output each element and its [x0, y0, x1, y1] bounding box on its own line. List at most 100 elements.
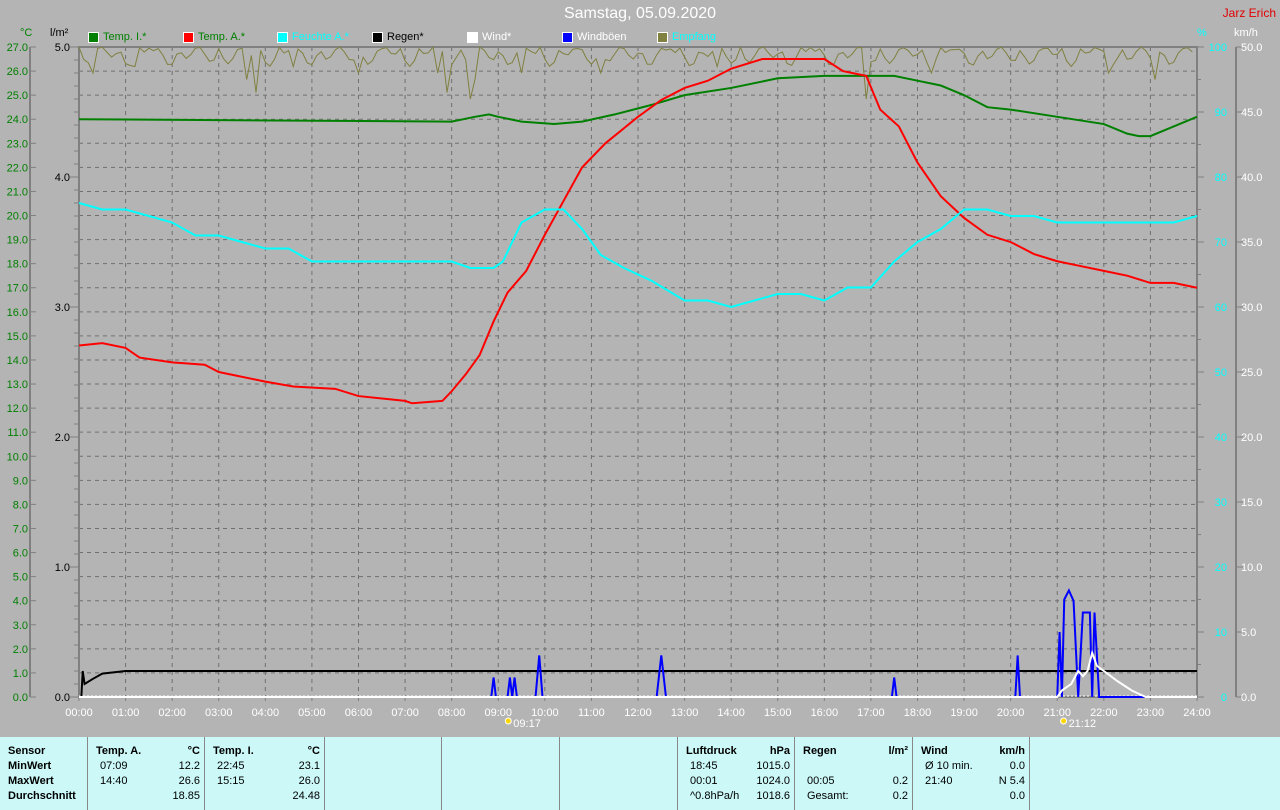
- cell-value: 0.0: [1009, 760, 1025, 772]
- cell-value: 1024.0: [756, 775, 790, 787]
- wind-column: Wind km/h Ø 10 min. 0.0 21:40 N 5.4 0.0: [913, 737, 1030, 810]
- cell-value: 0.2: [892, 775, 908, 787]
- temp-tick-label: 21.0: [7, 186, 28, 198]
- wind-tick-label: 5.0: [1241, 627, 1256, 639]
- temp-tick-label: 23.0: [7, 138, 28, 150]
- wind-tick-label: 0.0: [1241, 692, 1256, 704]
- x-tick-label: 24:00: [1183, 707, 1211, 719]
- hum-tick-label: 40: [1215, 432, 1227, 444]
- temp-tick-label: 12.0: [7, 403, 28, 415]
- column-header: Wind: [921, 745, 948, 757]
- wind-tick-label: 40.0: [1241, 172, 1262, 184]
- rain-tick-label: 1.0: [55, 562, 70, 574]
- x-tick-label: 03:00: [205, 707, 233, 719]
- regen-column: Regen l/m² 00:05 0.2 Gesamt: 0.2: [795, 737, 913, 810]
- wind-tick-label: 45.0: [1241, 107, 1262, 119]
- x-tick-label: 11:00: [578, 707, 605, 719]
- column-header: Temp. A.: [96, 745, 142, 757]
- x-tick-label: 17:00: [857, 707, 885, 719]
- cell-time: [213, 789, 217, 804]
- row-label: MaxWert: [8, 775, 54, 787]
- cell-value: 24.48: [292, 790, 320, 802]
- x-tick-label: 05:00: [298, 707, 326, 719]
- column-unit: l/m²: [888, 745, 908, 757]
- temp-tick-label: 19.0: [7, 235, 28, 247]
- x-tick-label: 21:00: [1043, 707, 1071, 719]
- hum-tick-label: 0: [1221, 692, 1227, 704]
- temp-tick-label: 25.0: [7, 90, 28, 102]
- temp-tick-label: 2.0: [13, 644, 28, 656]
- x-tick-label: 06:00: [345, 707, 373, 719]
- temp-tick-label: 6.0: [13, 548, 28, 560]
- x-tick-label: 08:00: [438, 707, 466, 719]
- temp-tick-label: 3.0: [13, 620, 28, 632]
- summary-table: Sensor MinWert MaxWert Durchschnitt Temp…: [0, 737, 1280, 810]
- cell-time: 14:40: [100, 775, 128, 787]
- cell-time: 00:05: [807, 775, 835, 787]
- cell-value: 23.1: [298, 760, 320, 772]
- cell-value: 26.0: [298, 775, 320, 787]
- empty-column: [325, 737, 442, 810]
- rain-tick-label: 4.0: [55, 172, 70, 184]
- cell-time: 18:45: [690, 760, 718, 772]
- wind-tick-label: 25.0: [1241, 367, 1262, 379]
- rain-tick-label: 5.0: [55, 42, 70, 54]
- x-tick-label: 02:00: [158, 707, 186, 719]
- hum-tick-label: 80: [1215, 172, 1227, 184]
- cell-time: 22:45: [217, 760, 245, 772]
- x-tick-label: 15:00: [764, 707, 792, 719]
- rain-tick-label: 3.0: [55, 302, 70, 314]
- column-header: Temp. I.: [213, 745, 254, 757]
- wind-tick-label: 35.0: [1241, 237, 1262, 249]
- hum-tick-label: 90: [1215, 107, 1227, 119]
- x-tick-label: 13:00: [671, 707, 699, 719]
- sensor-column: Sensor MinWert MaxWert Durchschnitt: [0, 737, 88, 810]
- cell-time: ^0.8hPa/h: [690, 790, 740, 802]
- cell-time: [803, 759, 807, 774]
- cell-value: 18.85: [172, 790, 200, 802]
- sun-icon: [504, 717, 512, 725]
- rain-tick-label: 2.0: [55, 432, 70, 444]
- temp-tick-label: 7.0: [13, 523, 28, 535]
- luftdruck-column: Luftdruck hPa 18:45 1015.0 00:01 1024.0 ^0.8hP…: [678, 737, 795, 810]
- temp-tick-label: 8.0: [13, 499, 28, 511]
- cell-value: 26.6: [178, 775, 200, 787]
- x-tick-label: 16:00: [811, 707, 839, 719]
- temp-tick-label: 18.0: [7, 259, 28, 271]
- hum-tick-label: 60: [1215, 302, 1227, 314]
- cell-value: 1015.0: [756, 760, 790, 772]
- marker-label: 09:17: [513, 718, 541, 730]
- hum-tick-label: 50: [1215, 367, 1227, 379]
- series-empfang: [78, 45, 1193, 100]
- moon-icon: [1060, 717, 1068, 725]
- temp-tick-label: 13.0: [7, 379, 28, 391]
- column-unit: hPa: [769, 745, 790, 757]
- column-header: Luftdruck: [686, 745, 737, 757]
- temp-tick-label: 1.0: [13, 668, 28, 680]
- row-label: Durchschnitt: [8, 790, 76, 802]
- wind-tick-label: 30.0: [1241, 302, 1262, 314]
- hum-tick-label: 70: [1215, 237, 1227, 249]
- cell-value: 1018.6: [756, 790, 790, 802]
- x-tick-label: 07:00: [391, 707, 419, 719]
- temp-tick-label: 0.0: [13, 692, 28, 704]
- x-tick-label: 01:00: [112, 707, 140, 719]
- cell-time: 15:15: [217, 775, 245, 787]
- temp-tick-label: 10.0: [7, 451, 28, 463]
- hum-tick-label: 20: [1215, 562, 1227, 574]
- column-header: Regen: [803, 745, 837, 757]
- hum-tick-label: 30: [1215, 497, 1227, 509]
- cell-value: 0.0: [1009, 790, 1025, 802]
- x-tick-label: 19:00: [950, 707, 978, 719]
- temp-tick-label: 17.0: [7, 283, 28, 295]
- weather-chart: 0.0 1.0 2.0 3.0 4.0 5.0 6.0 7.0 8.0 9.0 10.0 11.0 12…: [7, 42, 1263, 730]
- temp-tick-label: 9.0: [13, 475, 28, 487]
- temp-tick-label: 27.0: [7, 42, 28, 54]
- temp-tick-label: 5.0: [13, 572, 28, 584]
- rain-tick-label: 0.0: [55, 692, 70, 704]
- cell-time: Ø 10 min.: [925, 760, 973, 772]
- temp-tick-label: 24.0: [7, 114, 28, 126]
- column-unit: °C: [187, 745, 200, 757]
- column-unit: °C: [307, 745, 320, 757]
- marker-label: 21:12: [1069, 718, 1097, 730]
